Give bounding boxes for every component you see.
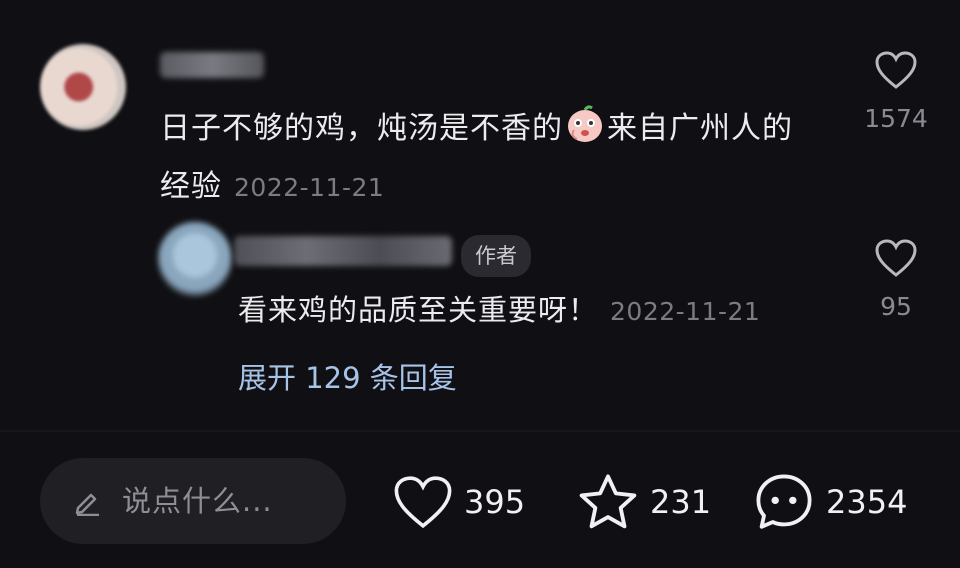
face-emoji-icon — [568, 105, 602, 142]
favorite-button[interactable]: 231 — [576, 470, 711, 534]
comment-date: 2022-11-21 — [234, 173, 385, 202]
favorite-count: 231 — [650, 483, 712, 521]
comments-button[interactable]: 2354 — [752, 470, 907, 534]
reply-author-name-blurred[interactable] — [234, 236, 452, 266]
comment-text[interactable]: 日子不够的鸡，炖汤是不香的 来自广州人的经验 2022-11-21 — [160, 100, 810, 217]
comment-input-placeholder: 说点什么... — [122, 484, 273, 518]
heart-icon — [394, 476, 452, 529]
avatar[interactable] — [40, 44, 126, 130]
reply-avatar[interactable] — [158, 222, 232, 296]
like-count: 395 — [464, 483, 526, 521]
reply-content: 看来鸡的品质至关重要呀！ — [238, 293, 599, 327]
comment-like-button[interactable]: 1574 — [856, 50, 936, 133]
reply-text[interactable]: 看来鸡的品质至关重要呀！ 2022-11-21 — [238, 286, 760, 336]
comment-input[interactable]: 说点什么... — [40, 458, 346, 544]
heart-icon — [875, 51, 917, 89]
reply-like-button[interactable]: 95 — [856, 238, 936, 321]
author-badge: 作者 — [461, 235, 531, 277]
commenter-name-blurred[interactable] — [160, 52, 264, 78]
comment-text-part1: 日子不够的鸡，炖汤是不香的 — [160, 111, 563, 146]
reply-like-count: 95 — [880, 292, 912, 321]
divider — [0, 430, 960, 432]
star-icon — [579, 474, 637, 529]
comment-like-count: 1574 — [864, 104, 928, 133]
comment-count: 2354 — [826, 483, 908, 521]
expand-replies-link[interactable]: 展开 129 条回复 — [238, 354, 457, 402]
heart-icon — [875, 239, 917, 277]
like-button[interactable]: 395 — [392, 470, 525, 534]
reply-date: 2022-11-21 — [610, 297, 761, 326]
pencil-icon — [75, 493, 99, 516]
chat-bubble-icon — [756, 474, 812, 529]
comment-section: 日子不够的鸡，炖汤是不香的 来自广州人的经验 2022-11-21 1574 作者… — [0, 0, 960, 568]
